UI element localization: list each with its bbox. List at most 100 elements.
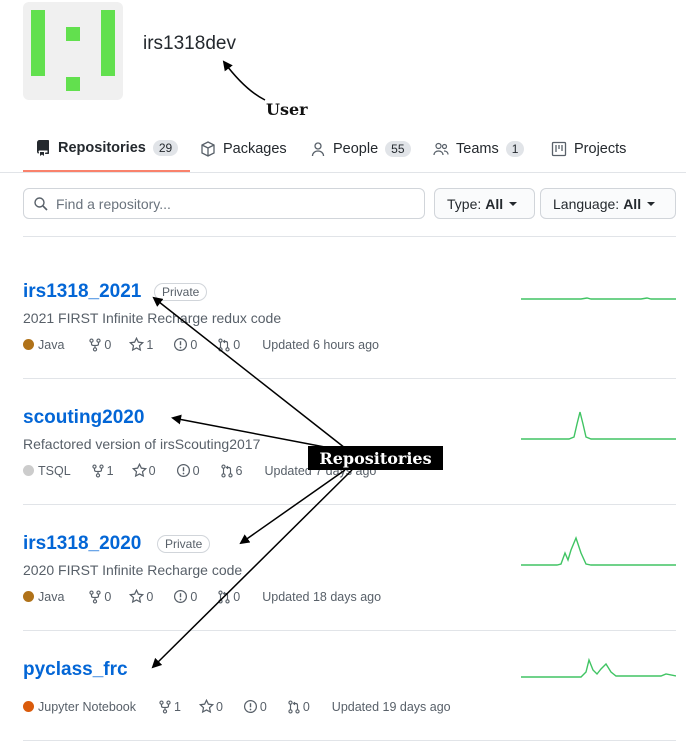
type-filter-dropdown[interactable]: Type: All xyxy=(434,188,535,219)
org-avatar xyxy=(23,2,123,100)
avatar-pixel xyxy=(31,10,45,76)
fork-icon xyxy=(89,589,102,604)
divider xyxy=(23,630,676,631)
repo-name-link[interactable]: irs1318_2020 xyxy=(23,533,141,555)
repo-icon xyxy=(37,140,49,156)
search-input[interactable] xyxy=(54,194,418,213)
updated-time: Updated 18 days ago xyxy=(262,589,382,604)
visibility-badge: Private xyxy=(157,535,211,553)
repo-name-link[interactable]: pyclass_frc xyxy=(23,659,128,681)
star-icon xyxy=(131,463,147,478)
tab-packages[interactable]: Packages xyxy=(200,126,287,171)
avatar-pixel xyxy=(66,27,80,41)
issues-link[interactable]: 0 xyxy=(173,337,197,352)
star-icon xyxy=(198,699,214,714)
pull-request-icon xyxy=(218,589,230,604)
repo-search[interactable] xyxy=(23,188,425,219)
repo-description: 2020 FIRST Infinite Recharge code xyxy=(23,562,243,578)
tab-projects[interactable]: Projects xyxy=(551,126,626,171)
repo-language: TSQL xyxy=(38,463,71,478)
tab-label: Repositories xyxy=(58,140,146,156)
issues-link[interactable]: 0 xyxy=(243,699,267,714)
fork-count: 1 xyxy=(173,699,181,714)
stars-link[interactable]: 0 xyxy=(131,463,156,478)
forks-link[interactable]: 0 xyxy=(88,590,111,604)
divider xyxy=(23,378,676,379)
language-filter-dropdown[interactable]: Language: All xyxy=(540,188,676,219)
stars-link[interactable]: 1 xyxy=(129,337,153,352)
repo-language: Java xyxy=(38,589,65,604)
pr-count: 0 xyxy=(233,337,241,352)
forks-link[interactable]: 1 xyxy=(158,700,181,714)
pull-request-icon xyxy=(218,337,230,352)
pulls-link[interactable]: 0 xyxy=(287,700,310,714)
language-color-dot xyxy=(23,701,34,712)
fork-icon xyxy=(89,337,102,352)
star-count: 1 xyxy=(146,337,154,352)
issue-icon xyxy=(174,589,188,604)
tab-people[interactable]: People 55 xyxy=(310,126,411,171)
repo-meta: Java 0 0 0 0 Updated 18 days ago xyxy=(23,589,381,604)
pulls-link[interactable]: 0 xyxy=(217,590,240,604)
annotation-arrow xyxy=(222,60,266,101)
forks-link[interactable]: 0 xyxy=(88,338,111,352)
issue-icon xyxy=(174,337,188,352)
tab-counter: 1 xyxy=(505,140,525,157)
pr-count: 0 xyxy=(302,699,310,714)
tab-teams[interactable]: Teams 1 xyxy=(433,126,525,171)
forks-link[interactable]: 1 xyxy=(91,464,114,478)
type-filter-value: All xyxy=(485,195,504,212)
caret-down-icon xyxy=(647,201,656,206)
updated-time: Updated 6 hours ago xyxy=(262,337,379,352)
pull-request-icon xyxy=(288,699,300,714)
activity-sparkline xyxy=(521,297,676,300)
language-filter-label: Language: xyxy=(553,195,620,212)
divider xyxy=(23,740,676,741)
repo-name-link[interactable]: irs1318_2021 xyxy=(23,281,141,303)
search-icon xyxy=(34,196,48,211)
updated-time: Updated 19 days ago xyxy=(331,699,451,714)
fork-count: 1 xyxy=(106,463,114,478)
activity-sparkline xyxy=(521,411,676,440)
star-count: 0 xyxy=(146,589,154,604)
package-icon xyxy=(201,140,215,157)
org-nav-tabs: Repositories 29 Packages People 55 Teams… xyxy=(0,126,686,173)
activity-sparkline xyxy=(521,657,676,678)
tab-counter: 29 xyxy=(152,140,179,156)
tab-counter: 55 xyxy=(385,140,411,157)
annotation-repositories-label: Repositories xyxy=(308,446,443,470)
star-count: 0 xyxy=(148,463,156,478)
tab-label: Packages xyxy=(223,140,287,157)
avatar-pixel xyxy=(101,10,115,76)
tab-repositories[interactable]: Repositories 29 xyxy=(23,126,191,172)
repo-meta: Jupyter Notebook 1 0 0 0 Updated 19 days… xyxy=(23,699,451,714)
divider xyxy=(23,236,676,237)
tab-label: People xyxy=(333,140,379,157)
pull-request-icon xyxy=(220,463,233,478)
annotation-arrows xyxy=(151,60,353,669)
repo-name-link[interactable]: scouting2020 xyxy=(23,407,144,429)
activity-sparkline xyxy=(521,536,676,566)
annotation-arrow xyxy=(239,469,346,545)
org-name: irs1318dev xyxy=(143,33,236,54)
language-color-dot xyxy=(23,339,34,350)
star-icon xyxy=(129,589,145,604)
repo-description: 2021 FIRST Infinite Recharge redux code xyxy=(23,310,282,326)
issue-icon xyxy=(176,463,190,478)
caret-down-icon xyxy=(509,201,518,206)
divider xyxy=(23,504,676,505)
issues-link[interactable]: 0 xyxy=(176,463,200,478)
repo-meta: Java 0 1 0 0 Updated 6 hours ago xyxy=(23,337,379,352)
type-filter-label: Type: xyxy=(447,195,482,212)
stars-link[interactable]: 0 xyxy=(129,589,153,604)
star-count: 0 xyxy=(215,699,223,714)
stars-link[interactable]: 0 xyxy=(198,699,223,714)
repo-description: Refactored version of irsScouting2017 xyxy=(23,436,261,452)
people-icon xyxy=(433,142,449,155)
fork-count: 0 xyxy=(104,589,112,604)
issues-link[interactable]: 0 xyxy=(173,589,197,604)
visibility-badge: Private xyxy=(154,283,208,301)
pulls-link[interactable]: 6 xyxy=(220,463,242,478)
issue-count: 0 xyxy=(190,589,198,604)
pulls-link[interactable]: 0 xyxy=(217,338,240,352)
